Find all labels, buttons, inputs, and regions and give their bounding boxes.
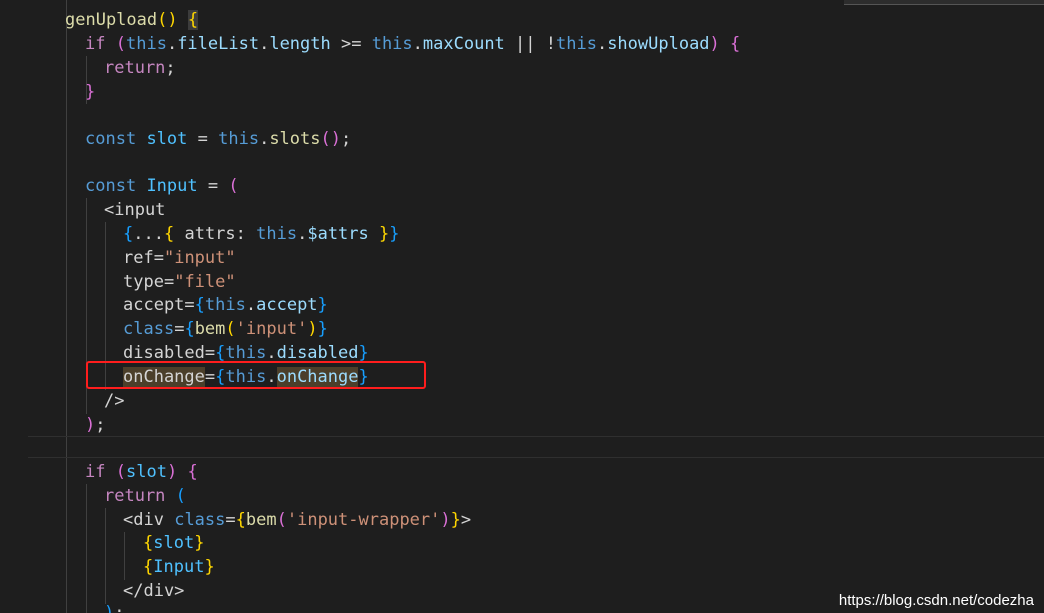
watermark: https://blog.csdn.net/codezha: [838, 592, 1034, 609]
scroll-overlay: [844, 0, 1044, 5]
code-line[interactable]: </div>: [123, 579, 184, 603]
code-line[interactable]: <div class={bem('input-wrapper')}>: [123, 508, 471, 532]
code-line[interactable]: return;: [104, 56, 176, 80]
code-line[interactable]: genUpload() {: [65, 8, 199, 32]
code-line[interactable]: {Input}: [143, 555, 215, 579]
code-line[interactable]: );: [85, 413, 106, 437]
code-line[interactable]: <input: [104, 198, 165, 222]
code-line[interactable]: }: [85, 80, 95, 104]
code-line[interactable]: type="file": [123, 270, 236, 294]
code-line[interactable]: if (slot) {: [85, 460, 198, 484]
indent-guide: [86, 484, 87, 613]
function-name: genUpload: [65, 10, 158, 30]
code-line[interactable]: if (this.fileList.length >= this.maxCoun…: [85, 32, 740, 56]
indent-guide: [124, 532, 125, 580]
code-line[interactable]: return (: [104, 484, 186, 508]
current-line-highlight: [28, 436, 1044, 458]
code-line[interactable]: {slot}: [143, 531, 204, 555]
code-line[interactable]: accept={this.accept}: [123, 293, 328, 317]
code-line[interactable]: ref="input": [123, 246, 236, 270]
code-line[interactable]: const Input = (: [85, 174, 239, 198]
highlight-box: [86, 361, 426, 389]
indent-guide: [66, 0, 67, 613]
code-line[interactable]: );: [104, 601, 125, 613]
code-editor[interactable]: genUpload() { if (this.fileList.length >…: [0, 0, 1044, 613]
code-line[interactable]: const slot = this.slots();: [85, 127, 351, 151]
code-line[interactable]: {...{ attrs: this.$attrs }}: [123, 222, 400, 246]
code-line[interactable]: />: [104, 389, 124, 413]
code-line[interactable]: class={bem('input')}: [123, 317, 328, 341]
indent-guide: [105, 508, 106, 604]
